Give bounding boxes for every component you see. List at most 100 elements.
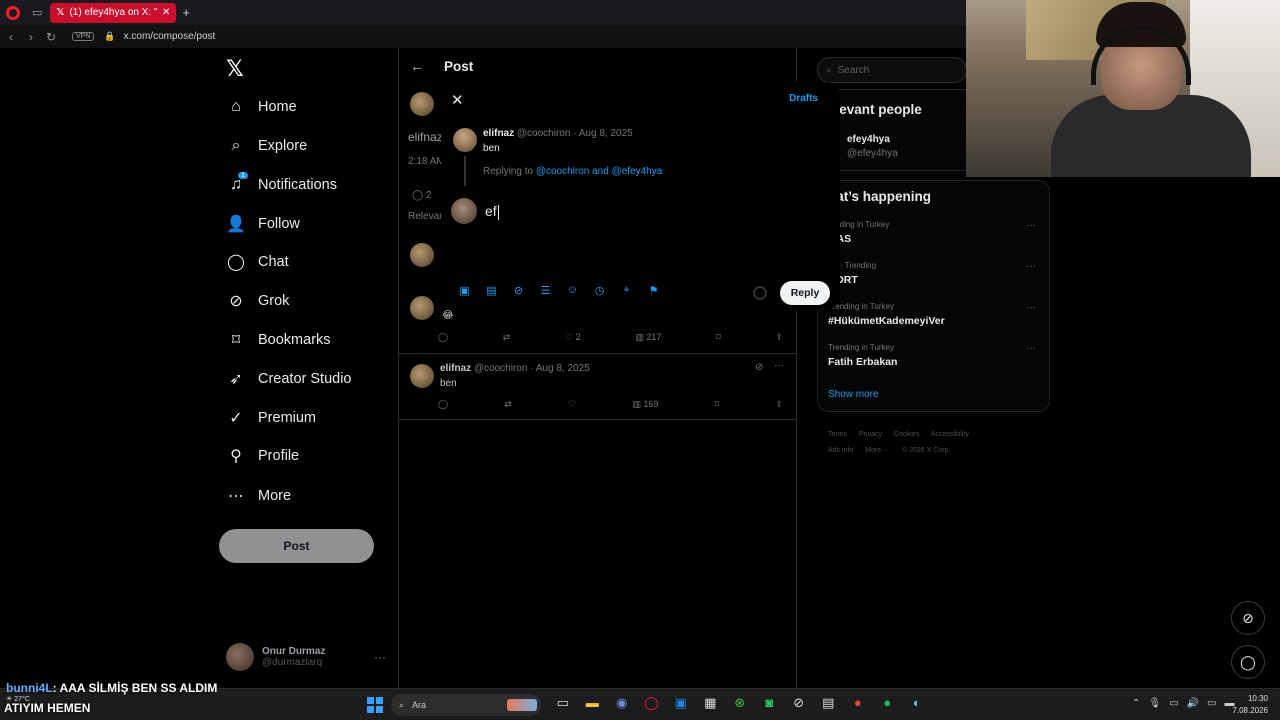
like-icon[interactable]: ♡	[568, 399, 576, 410]
chat-floating-button[interactable]: ◯	[1231, 645, 1265, 679]
share-icon[interactable]: ⇪	[775, 332, 783, 343]
trend-item[interactable]: Trending in Turkey Fatih Erbakan ···	[828, 343, 1048, 368]
sidebar-item-chat[interactable]: ◯ Chat	[218, 247, 289, 277]
sidebar-item-creator-studio[interactable]: ➶ Creator Studio	[218, 364, 351, 394]
discord-icon[interactable]: ◉	[607, 695, 637, 711]
close-icon[interactable]: ✕	[451, 91, 464, 109]
lock-icon[interactable]: 🔒	[104, 31, 115, 42]
steam-icon[interactable]: ◐	[902, 695, 932, 711]
relevant-person-name[interactable]: efey4hya	[847, 134, 890, 145]
show-more-link[interactable]: Show more	[828, 389, 879, 400]
poll-icon[interactable]: ☰	[532, 284, 559, 297]
epic-games-icon[interactable]: ▤	[814, 695, 844, 711]
chevron-up-icon[interactable]: ⌃	[1132, 698, 1140, 709]
tab-close-icon[interactable]: ✕	[162, 7, 170, 18]
sidebar-item-home[interactable]: ⌂ Home	[218, 92, 297, 122]
volume-icon[interactable]: 🔊	[1187, 698, 1199, 709]
footer-link[interactable]: Privacy	[859, 431, 882, 438]
more-dots-icon[interactable]: ···	[1026, 302, 1036, 313]
emoji-icon[interactable]: ☺	[559, 284, 586, 297]
avatar[interactable]	[410, 243, 434, 267]
trend-item[interactable]: sic · Trending CORT ···	[828, 261, 1048, 286]
retweet-icon[interactable]: ⇄	[504, 399, 512, 410]
xbox-icon[interactable]: ⊗	[725, 695, 755, 711]
replying-to-link[interactable]: @coochiron and @efey4hya	[536, 166, 663, 177]
sidebar-item-follow[interactable]: 👤 Follow	[218, 209, 300, 239]
grok-app-icon[interactable]: ⊘	[784, 695, 814, 711]
grok-floating-button[interactable]: ⊘	[1231, 601, 1265, 635]
battery-icon[interactable]: ▭	[1207, 698, 1216, 709]
avatar[interactable]	[410, 296, 434, 320]
url-field[interactable]: x.com/compose/post	[124, 31, 216, 42]
schedule-icon[interactable]: ◷	[586, 284, 613, 297]
sidebar-item-bookmarks[interactable]: ⌑ Bookmarks	[218, 325, 331, 355]
store-icon[interactable]: ▦	[696, 695, 726, 711]
more-dots-icon[interactable]: ···	[1026, 220, 1036, 231]
like-icon[interactable]: ♡ 2	[565, 332, 581, 343]
reply-count-icon[interactable]: ◯ 2	[412, 190, 432, 201]
tweet-author[interactable]: elifnaz	[440, 363, 471, 374]
tweet[interactable]: elifnaz @coochiron · Aug 8, 2025 ⊘ ··· b…	[398, 353, 797, 419]
gif-icon[interactable]: ▤	[478, 284, 505, 297]
grok-icon[interactable]: ⊘	[505, 284, 532, 297]
trend-item[interactable]: Trending in Turkey #HükümetKademeyiVer ·…	[828, 302, 1048, 327]
footer-link[interactable]: Cookies	[894, 431, 919, 438]
opera-logo-icon[interactable]	[6, 5, 20, 20]
forward-nav-icon[interactable]: ›	[22, 30, 40, 44]
trend-item[interactable]: rending in Turkey ITAS ···	[828, 220, 1048, 245]
location-icon[interactable]: ⌖	[613, 284, 640, 297]
avatar[interactable]	[410, 92, 434, 116]
post-button[interactable]: Post	[219, 529, 374, 563]
browser-tab-active[interactable]: 𝕏 (1) efey4hya on X: "elifnaz" ✕	[50, 2, 177, 23]
retweet-icon[interactable]: ⇄	[503, 332, 511, 343]
avatar[interactable]	[410, 364, 434, 388]
account-switcher[interactable]: Onur Durmaz @durmazlarq ···	[226, 642, 386, 672]
image-icon[interactable]: ▣	[451, 284, 478, 297]
vpn-badge[interactable]: VPN	[72, 32, 95, 41]
more-dots-icon[interactable]: ···	[1026, 343, 1036, 354]
microphone-icon[interactable]: 🎙	[1148, 698, 1161, 709]
views-icon[interactable]: ▥ 169	[632, 399, 658, 410]
file-explorer-icon[interactable]: ▬	[578, 695, 608, 711]
flag-icon[interactable]: ⚑	[640, 284, 667, 297]
back-nav-icon[interactable]: ‹	[2, 30, 20, 44]
sidebar-item-explore[interactable]: ⌕ Explore	[218, 131, 308, 161]
outlook-icon[interactable]: ▣	[666, 695, 696, 711]
reply-button[interactable]: Reply	[780, 281, 830, 305]
footer-link[interactable]: Ads info	[828, 447, 853, 454]
reload-icon[interactable]: ↻	[42, 30, 60, 44]
display-icon[interactable]: ▭	[1169, 698, 1178, 709]
windows-start-icon[interactable]	[367, 697, 383, 713]
sidebar-item-more[interactable]: ⋯ More	[218, 481, 291, 511]
more-dots-icon[interactable]: ···	[774, 360, 784, 371]
whatsapp-icon[interactable]: ◙	[755, 695, 785, 711]
bookmark-icon[interactable]: ⌑	[716, 332, 721, 343]
taskbar-clock[interactable]: 10:30 7.08.2026	[1228, 693, 1268, 717]
avatar[interactable]	[453, 128, 477, 152]
spotify-icon[interactable]: ●	[873, 695, 903, 711]
reply-icon[interactable]: ◯	[438, 332, 448, 343]
more-dots-icon[interactable]: ···	[374, 650, 386, 664]
sidebar-item-notifications[interactable]: ♫ 1 Notifications	[218, 170, 337, 200]
sidebar-item-profile[interactable]: ⚲ Profile	[218, 441, 299, 471]
back-arrow-icon[interactable]: ←	[410, 58, 424, 74]
tab-manager-icon[interactable]: ▭	[32, 6, 42, 19]
footer-link[interactable]: More ···	[865, 447, 890, 454]
more-dots-icon[interactable]: ···	[1026, 261, 1036, 272]
share-icon[interactable]: ⇪	[775, 399, 783, 410]
reply-text-input[interactable]: ef	[485, 203, 499, 220]
sidebar-item-grok[interactable]: ⊘ Grok	[218, 286, 289, 316]
grok-icon[interactable]: ⊘	[755, 362, 763, 373]
drafts-button[interactable]: Drafts	[789, 93, 818, 104]
sidebar-item-premium[interactable]: ✓ Premium	[218, 403, 316, 433]
taskbar-search[interactable]: ⌕ Ara	[391, 694, 541, 716]
task-view-icon[interactable]: ▭	[548, 695, 578, 711]
reply-icon[interactable]: ◯	[438, 399, 448, 410]
bookmark-icon[interactable]: ⌑	[715, 399, 720, 410]
opera-icon[interactable]: ◯	[637, 695, 667, 711]
search-input[interactable]: ⌕ Search	[817, 57, 967, 83]
x-logo-icon[interactable]: 𝕏	[226, 56, 244, 82]
footer-link[interactable]: Accessibility	[931, 431, 969, 438]
new-tab-icon[interactable]: +	[182, 5, 190, 20]
footer-link[interactable]: Terms	[828, 431, 847, 438]
